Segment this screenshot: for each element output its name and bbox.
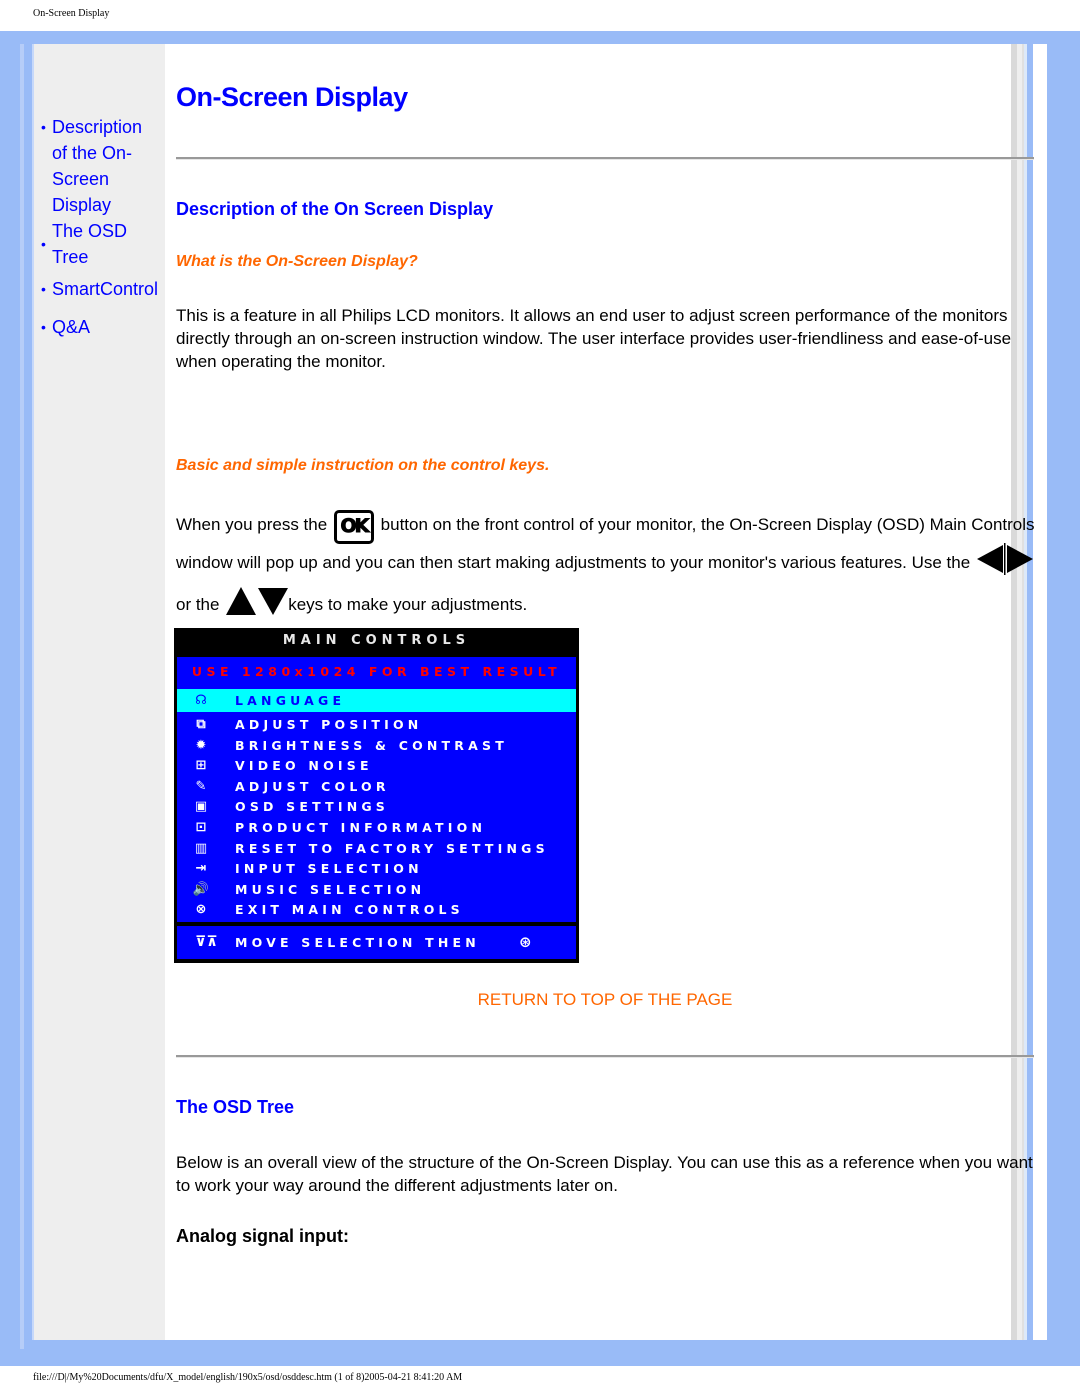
instruction-paragraph: When you press the OK button on the fron… xyxy=(176,508,1036,626)
bullet-icon: • xyxy=(41,281,46,297)
osd-menu-item: ✹ BRIGHTNESS & CONTRAST xyxy=(177,735,576,756)
osd-menu-item: ⇥ INPUT SELECTION xyxy=(177,858,576,879)
language-icon: ☊ xyxy=(195,693,207,708)
print-header: On-Screen Display xyxy=(33,8,110,19)
instruction-text: keys to make your adjustments. xyxy=(288,594,528,614)
osd-menu-item-label: RESET TO FACTORY SETTINGS xyxy=(235,840,549,856)
osd-menu-item-label: BRIGHTNESS & CONTRAST xyxy=(235,737,508,753)
osd-menu-item: 🔊 MUSIC SELECTION xyxy=(177,879,576,900)
osd-main-controls-screenshot: MAIN CONTROLS USE 1280x1024 FOR BEST RES… xyxy=(174,628,579,963)
exit-icon: ⊗ xyxy=(195,902,207,918)
frame-edge xyxy=(20,44,24,1349)
video-noise-icon: ⊞ xyxy=(195,758,207,774)
osd-menu-item-label: LANGUAGE xyxy=(235,693,346,708)
osd-menu-item-label: PRODUCT INFORMATION xyxy=(235,820,487,835)
scrollbar[interactable] xyxy=(1011,44,1033,1340)
sidebar-item-label[interactable]: Tree xyxy=(52,244,88,270)
osd-menu-item: ▣ OSD SETTINGS xyxy=(177,796,576,817)
osd-menu-item: ⊡ PRODUCT INFORMATION xyxy=(177,817,576,838)
osd-menu-item: ⊞ VIDEO NOISE xyxy=(177,755,576,776)
page-title: On-Screen Display xyxy=(176,82,408,112)
osd-menu-panel: USE 1280x1024 FOR BEST RESULT ☊ LANGUAGE ⧉… xyxy=(177,657,576,922)
osd-menu-item: ✎ ADJUST COLOR xyxy=(177,776,576,797)
osd-menu-item: ⧉ ADJUST POSITION xyxy=(177,714,576,735)
ok-button-icon: OK xyxy=(333,510,374,544)
palette-icon: ✎ xyxy=(195,778,207,794)
osd-menu-item-label: INPUT SELECTION xyxy=(235,861,423,877)
factory-reset-icon: ▥ xyxy=(194,840,208,856)
ok-knob-icon: ⊛ xyxy=(519,933,532,951)
product-info-icon: ⊡ xyxy=(195,820,207,835)
intro-paragraph: This is a feature in all Philips LCD mon… xyxy=(176,306,1012,371)
osd-menu-item: ☊ LANGUAGE xyxy=(177,689,576,712)
section-heading-description: Description of the On Screen Display xyxy=(176,199,494,219)
brightness-icon: ✹ xyxy=(195,737,207,753)
osd-menu-item-label: ADJUST COLOR xyxy=(235,778,390,794)
osd-menu-item: ▥ RESET TO FACTORY SETTINGS xyxy=(177,838,576,859)
osd-tree-paragraph: Below is an overall view of the structur… xyxy=(176,1153,1033,1195)
sidebar-item-label[interactable]: Q&A xyxy=(52,314,90,340)
input-selection-icon: ⇥ xyxy=(195,861,207,877)
sidebar-item-label[interactable]: The OSD xyxy=(52,218,127,244)
bullet-icon: • xyxy=(41,319,46,335)
left-right-arrows-icon xyxy=(975,542,1035,585)
osd-menu-item: ⊗ EXIT MAIN CONTROLS xyxy=(177,899,576,920)
osd-menu-item-label: VIDEO NOISE xyxy=(235,758,373,774)
up-down-arrows-icon xyxy=(224,585,289,626)
osd-title: MAIN CONTROLS xyxy=(282,633,471,648)
adjust-position-icon: ⧉ xyxy=(196,717,206,732)
osd-footer-label: MOVE SELECTION THEN xyxy=(235,935,480,950)
return-to-top-link[interactable]: RETURN TO TOP OF THE PAGE xyxy=(176,990,1034,1010)
down-up-buttons-icon: ⊽⊼ xyxy=(195,934,218,950)
sidebar-item-label[interactable]: Screen xyxy=(52,166,109,192)
bullet-icon: • xyxy=(41,119,46,135)
osd-settings-icon: ▣ xyxy=(194,799,208,815)
osd-footer: ⊽⊼ MOVE SELECTION THEN ⊛ xyxy=(177,926,576,959)
instruction-text: or the xyxy=(176,594,220,614)
instruction-text: When you press the xyxy=(176,515,328,534)
print-footer: file:///D|/My%20Documents/dfu/X_model/en… xyxy=(33,1372,463,1383)
osd-menu-item-label: EXIT MAIN CONTROLS xyxy=(235,902,464,918)
speaker-icon: 🔊 xyxy=(192,881,210,897)
sidebar-item-label[interactable]: of the On- xyxy=(52,140,132,166)
sidebar-item-label[interactable]: Display xyxy=(52,192,111,218)
divider xyxy=(176,1055,1034,1058)
bullet-icon: • xyxy=(41,236,46,252)
sidebar-item-label[interactable]: Description xyxy=(52,114,142,140)
subheading-analog-input: Analog signal input: xyxy=(176,1226,349,1246)
osd-menu-item-label: OSD SETTINGS xyxy=(235,799,390,815)
section-heading-osd-tree: The OSD Tree xyxy=(176,1097,295,1117)
subheading-what-is-osd: What is the On-Screen Display? xyxy=(176,253,418,270)
osd-resolution-hint: USE 1280x1024 FOR BEST RESULT xyxy=(191,664,562,679)
subheading-control-keys: Basic and simple instruction on the cont… xyxy=(176,457,550,474)
divider xyxy=(176,157,1034,160)
sidebar-item-label[interactable]: SmartControl xyxy=(52,276,158,302)
osd-menu-item-label: MUSIC SELECTION xyxy=(235,881,426,897)
osd-menu-item-label: ADJUST POSITION xyxy=(235,717,423,732)
